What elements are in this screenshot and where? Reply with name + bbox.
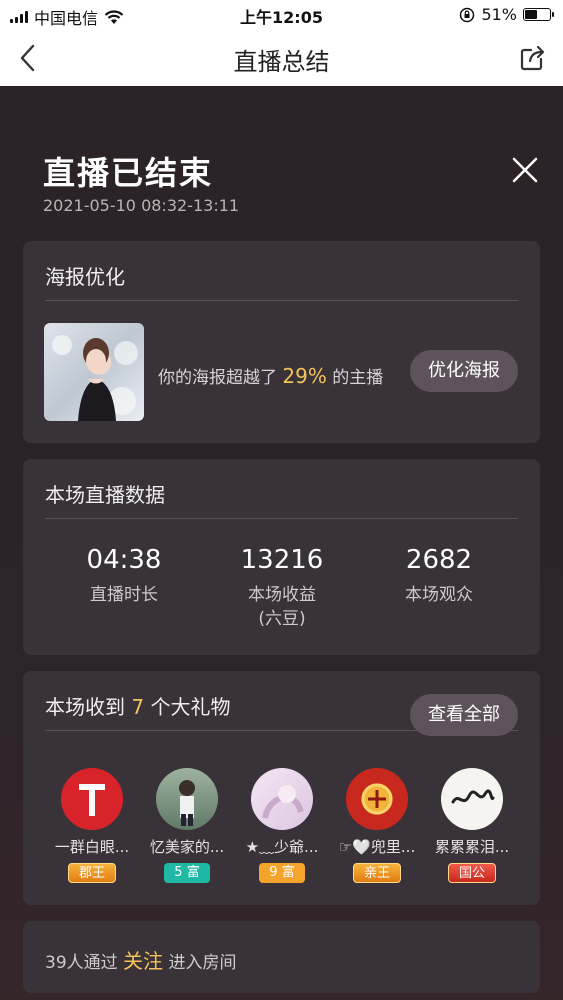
gift-user-name: 忆美家的... [149,838,225,856]
ended-title: 直播已结束 [43,154,214,192]
stat-label: 本场观众 [405,585,473,605]
share-icon[interactable] [519,42,549,72]
avatar[interactable] [61,768,123,830]
poster-text-after: 的主播 [332,368,384,388]
time-range: 2021-05-10 08:32-13:11 [43,196,240,215]
stats-heading: 本场直播数据 [45,479,518,519]
rank-badge: 5 富 [164,863,210,883]
follow-text-after: 进入房间 [168,953,237,973]
follow-highlight: 关注 [123,949,164,973]
status-right: 51% [459,5,554,24]
gift-user[interactable]: ☞🤍兜里... 亲王 [327,768,427,883]
avatar[interactable] [441,768,503,830]
stat-label: 本场收益 [248,585,316,605]
avatar[interactable] [156,768,218,830]
orientation-lock-icon [460,7,475,22]
follow-text: 39人通过 关注 进入房间 [45,945,236,974]
stat-value: 2682 [405,545,473,575]
stat-label: 直播时长 [90,585,158,605]
view-all-button[interactable]: 查看全部 [410,694,518,736]
rank-badge: 国公 [447,863,496,883]
poster-heading: 海报优化 [45,261,518,301]
rank-badge: 亲王 [352,863,401,883]
stat-earnings: 13216 本场收益 (六豆) [207,545,357,631]
gifts-heading-before: 本场收到 [45,695,125,719]
battery-icon [523,8,554,21]
avatar[interactable] [251,768,313,830]
poster-image[interactable] [44,323,144,421]
optimize-poster-button[interactable]: 优化海报 [410,350,518,392]
avatar[interactable] [346,768,408,830]
poster-portrait [52,335,138,421]
gift-user[interactable]: 忆美家的... 5 富 [137,768,237,883]
poster-rank-text: 你的海报超越了 29% 的主播 [158,363,383,388]
gift-user-name: 累累累泪... [434,838,510,856]
summary-panel: 直播已结束 2021-05-10 08:32-13:11 海报优化 你的海报超越… [0,86,563,1000]
poster-percent: 29% [282,364,327,388]
follow-entry-card: 39人通过 关注 进入房间 [23,921,540,993]
gift-user-name: ☞🤍兜里... [338,838,416,856]
gifts-count: 7 [131,695,145,719]
live-stats-card: 本场直播数据 04:38 直播时长 13216 本场收益 (六豆) 2682 本… [23,459,540,655]
close-icon[interactable] [511,156,539,184]
gifts-heading-after: 个大礼物 [150,695,231,719]
gift-user[interactable]: 累累累泪... 国公 [422,768,522,883]
stat-value: 04:38 [86,545,162,575]
stat-unit: (六豆) [258,609,306,629]
nav-bar: 直播总结 [0,30,563,86]
stat-value: 13216 [240,545,324,575]
rank-badge: 郡王 [67,863,116,883]
poster-text-before: 你的海报超越了 [158,368,277,388]
battery-percent: 51% [481,5,517,24]
big-gifts-card: 本场收到 7 个大礼物 查看全部 一群白眼... 郡王 忆美家的... 5 富 … [23,671,540,905]
gift-user[interactable]: ★﹏少爺... 9 富 [232,768,332,883]
gift-user-name: ★﹏少爺... [245,838,319,856]
gift-user-name: 一群白眼... [54,838,130,856]
follow-text-before: 39人通过 [45,953,118,973]
stat-duration: 04:38 直播时长 [49,545,199,607]
gift-user[interactable]: 一群白眼... 郡王 [42,768,142,883]
stat-viewers: 2682 本场观众 [364,545,514,607]
poster-card: 海报优化 你的海报超越了 29% 的主播 优化海报 [23,241,540,443]
page-title: 直播总结 [233,48,330,76]
rank-badge: 9 富 [259,863,305,883]
battery-fill [525,10,538,19]
status-bar: 中国电信 上午12:05 51% [0,0,563,30]
